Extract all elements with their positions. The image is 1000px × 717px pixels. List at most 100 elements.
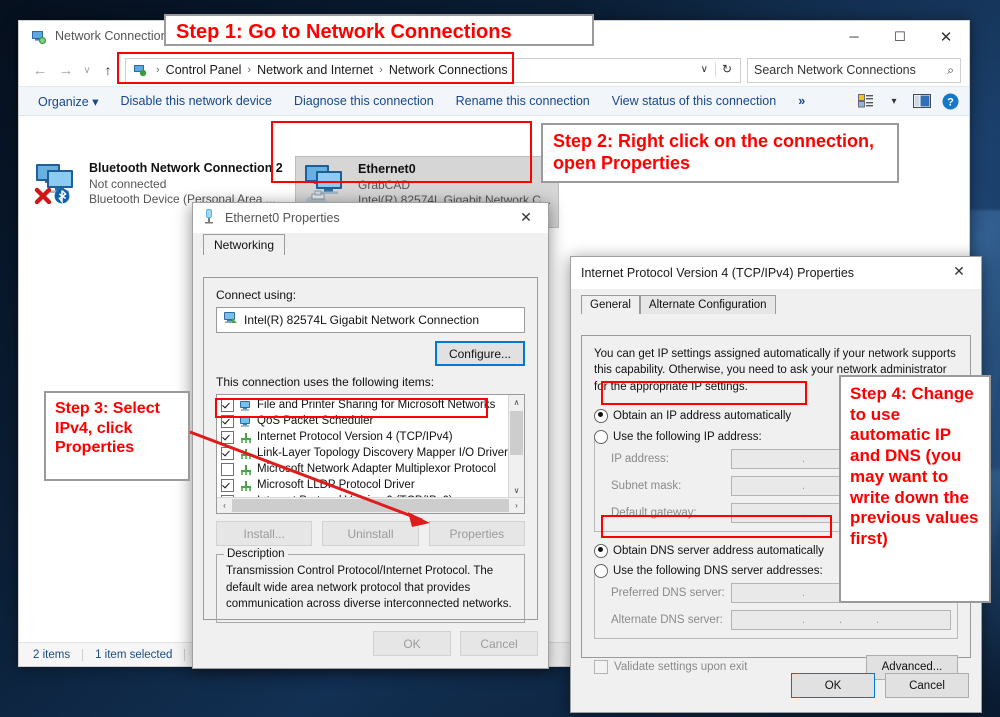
scroll-up-icon[interactable]: ∧ xyxy=(509,395,524,410)
address-input[interactable]: › Control Panel › Network and Internet ›… xyxy=(125,57,741,83)
callout-step-2-text: Step 2: Right click on the connection, o… xyxy=(553,131,875,173)
list-item[interactable]: Microsoft Network Adapter Multiplexor Pr… xyxy=(217,461,508,477)
scroll-down-icon[interactable]: ∨ xyxy=(509,483,524,498)
dialog-footer: OK Cancel xyxy=(791,673,969,698)
svg-text:?: ? xyxy=(947,96,954,108)
disable-device-button[interactable]: Disable this network device xyxy=(110,94,283,108)
component-label: Internet Protocol Version 4 (TCP/IPv4) xyxy=(257,431,453,443)
list-item[interactable]: QoS Packet Scheduler xyxy=(217,413,508,429)
overflow-button[interactable]: » xyxy=(787,94,816,108)
recent-locations-icon[interactable]: ∨ xyxy=(79,58,95,82)
callout-step-4-text: Step 4: Change to use automatic IP and D… xyxy=(850,384,979,549)
list-item[interactable]: Microsoft LLDP Protocol Driver xyxy=(217,477,508,493)
tab-strip: General Alternate Configuration xyxy=(571,293,981,314)
tab-general[interactable]: General xyxy=(581,295,640,314)
back-button[interactable]: ← xyxy=(27,58,53,82)
status-divider xyxy=(82,648,84,661)
uninstall-button[interactable]: Uninstall xyxy=(322,521,419,546)
component-label: Microsoft LLDP Protocol Driver xyxy=(257,479,415,491)
up-button[interactable]: ↑ xyxy=(95,58,121,82)
radio-indicator[interactable] xyxy=(594,543,608,558)
items-label: This connection uses the following items… xyxy=(216,375,435,389)
change-view-icon[interactable] xyxy=(853,89,879,113)
forward-button[interactable]: → xyxy=(53,58,79,82)
tab-networking[interactable]: Networking xyxy=(203,234,286,255)
callout-step-1-text: Step 1: Go to Network Connections xyxy=(176,21,512,43)
component-label: File and Printer Sharing for Microsoft N… xyxy=(257,399,496,411)
radio-indicator[interactable] xyxy=(594,429,608,444)
checkbox[interactable] xyxy=(221,430,234,444)
scroll-right-icon[interactable]: › xyxy=(509,501,524,510)
preview-pane-icon[interactable] xyxy=(909,89,935,113)
list-item[interactable]: Internet Protocol Version 4 (TCP/IPv4) xyxy=(217,429,508,445)
breadcrumb-item-1[interactable]: Network and Internet xyxy=(255,63,375,77)
refresh-icon[interactable]: ↻ xyxy=(714,61,738,77)
components-list[interactable]: File and Printer Sharing for Microsoft N… xyxy=(216,394,525,514)
search-input[interactable]: Search Network Connections ⌕ xyxy=(747,57,961,83)
tab-alternate-configuration[interactable]: Alternate Configuration xyxy=(639,295,776,314)
organize-button[interactable]: Organize ▾ xyxy=(27,94,110,109)
close-button[interactable]: ✕ xyxy=(923,21,969,52)
breadcrumb-item-2[interactable]: Network Connections xyxy=(387,63,510,77)
checkbox[interactable] xyxy=(221,478,234,492)
search-placeholder: Search Network Connections xyxy=(754,63,916,77)
service-icon xyxy=(239,399,253,411)
close-icon[interactable]: ✕ xyxy=(937,257,981,286)
close-icon[interactable]: ✕ xyxy=(504,203,548,232)
description-group: Description Transmission Control Protoco… xyxy=(216,548,525,624)
list-item[interactable]: Link-Layer Topology Discovery Mapper I/O… xyxy=(217,445,508,461)
cancel-button[interactable]: Cancel xyxy=(460,631,538,656)
view-caret-icon[interactable]: ▾ xyxy=(881,89,907,113)
obtain-dns-automatically-label: Obtain DNS server address automatically xyxy=(613,544,824,557)
properties-button[interactable]: Properties xyxy=(428,521,525,546)
description-legend: Description xyxy=(224,548,288,560)
callout-step-1: Step 1: Go to Network Connections xyxy=(164,14,594,46)
checkbox[interactable] xyxy=(221,414,234,428)
chevron-down-icon[interactable]: ∨ xyxy=(694,64,715,75)
checkbox[interactable] xyxy=(221,398,234,412)
alternate-dns-label: Alternate DNS server: xyxy=(611,613,723,626)
maximize-button[interactable]: ☐ xyxy=(877,21,923,52)
callout-step-3: Step 3: Select IPv4, click Properties xyxy=(44,391,190,481)
view-status-button[interactable]: View status of this connection xyxy=(601,94,787,108)
radio-indicator[interactable] xyxy=(594,408,608,423)
checkbox[interactable] xyxy=(221,462,234,476)
minimize-button[interactable]: ─ xyxy=(831,21,877,52)
subnet-mask-label: Subnet mask: xyxy=(611,479,682,492)
preferred-dns-label: Preferred DNS server: xyxy=(611,586,725,599)
dialog-title: Ethernet0 Properties xyxy=(225,211,340,225)
ok-button[interactable]: OK xyxy=(791,673,875,698)
explorer-command-bar: Organize ▾ Disable this network device D… xyxy=(19,86,969,116)
description-text: Transmission Control Protocol/Internet P… xyxy=(226,565,512,611)
scroll-left-icon[interactable]: ‹ xyxy=(217,501,232,510)
dialog-title: Internet Protocol Version 4 (TCP/IPv4) P… xyxy=(581,266,855,280)
checkbox-indicator[interactable] xyxy=(594,660,608,675)
validate-settings-checkbox[interactable]: Validate settings upon exit xyxy=(594,660,747,675)
configure-button[interactable]: Configure... xyxy=(435,341,525,366)
breadcrumb-item-0[interactable]: Control Panel xyxy=(164,63,244,77)
help-icon[interactable]: ? xyxy=(937,89,963,113)
search-icon: ⌕ xyxy=(947,62,954,77)
checkbox[interactable] xyxy=(221,446,234,460)
scrollbar-thumb[interactable] xyxy=(510,411,523,455)
vertical-scrollbar[interactable]: ∧ ∨ xyxy=(508,395,524,513)
component-label: QoS Packet Scheduler xyxy=(257,415,374,427)
ip-address-label: IP address: xyxy=(611,452,669,465)
nic-icon xyxy=(203,208,215,229)
horizontal-scrollbar[interactable]: ‹ › xyxy=(217,497,524,513)
diagnose-connection-button[interactable]: Diagnose this connection xyxy=(283,94,445,108)
install-button[interactable]: Install... xyxy=(216,521,313,546)
list-item[interactable]: File and Printer Sharing for Microsoft N… xyxy=(217,397,508,413)
radio-indicator[interactable] xyxy=(594,563,608,578)
dialog-title-bar: Internet Protocol Version 4 (TCP/IPv4) P… xyxy=(571,257,981,289)
default-gateway-label: Default gateway: xyxy=(611,506,697,519)
ok-button[interactable]: OK xyxy=(373,631,451,656)
alternate-dns-field[interactable]: ... xyxy=(731,609,951,630)
component-label: Microsoft Network Adapter Multiplexor Pr… xyxy=(257,463,497,475)
item-count: 2 items xyxy=(33,648,71,661)
service-icon xyxy=(239,415,253,427)
connection-status: Not connected xyxy=(89,176,167,191)
rename-connection-button[interactable]: Rename this connection xyxy=(445,94,601,108)
cancel-button[interactable]: Cancel xyxy=(885,673,969,698)
scrollbar-thumb[interactable] xyxy=(232,499,509,512)
